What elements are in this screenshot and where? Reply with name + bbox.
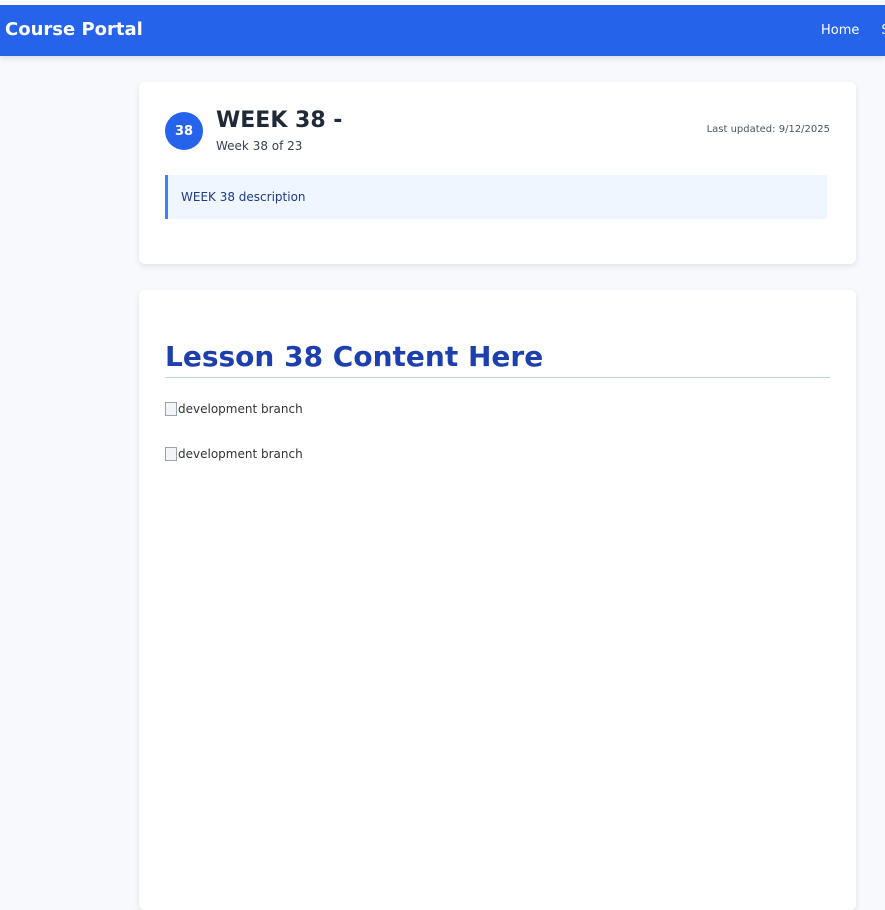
week-description: WEEK 38 description — [165, 175, 827, 219]
nav-link-s[interactable]: S — [881, 23, 885, 38]
lesson-content-card: Lesson 38 Content Here development branc… — [139, 290, 856, 910]
broken-image: development branch — [165, 447, 303, 461]
week-number-badge: 38 — [165, 112, 203, 150]
nav-link-home[interactable]: Home — [821, 23, 859, 38]
broken-image-icon — [165, 447, 177, 461]
image-alt-text: development branch — [178, 402, 303, 416]
brand-title[interactable]: Course Portal — [5, 19, 143, 40]
broken-image-icon — [165, 402, 177, 416]
last-updated: Last updated: 9/12/2025 — [707, 124, 830, 135]
week-subtitle: Week 38 of 23 — [216, 139, 303, 153]
lesson-heading: Lesson 38 Content Here — [165, 340, 830, 378]
broken-image: development branch — [165, 402, 303, 416]
top-navbar: Course Portal Home S — [0, 5, 885, 56]
image-alt-text: development branch — [178, 447, 303, 461]
nav-links: Home S — [821, 23, 885, 38]
week-header-card: 38 WEEK 38 - Week 38 of 23 Last updated:… — [139, 82, 856, 264]
last-updated-label: Last updated: — [706, 124, 776, 135]
week-title: WEEK 38 - — [216, 108, 343, 133]
last-updated-date: 9/12/2025 — [778, 124, 830, 135]
